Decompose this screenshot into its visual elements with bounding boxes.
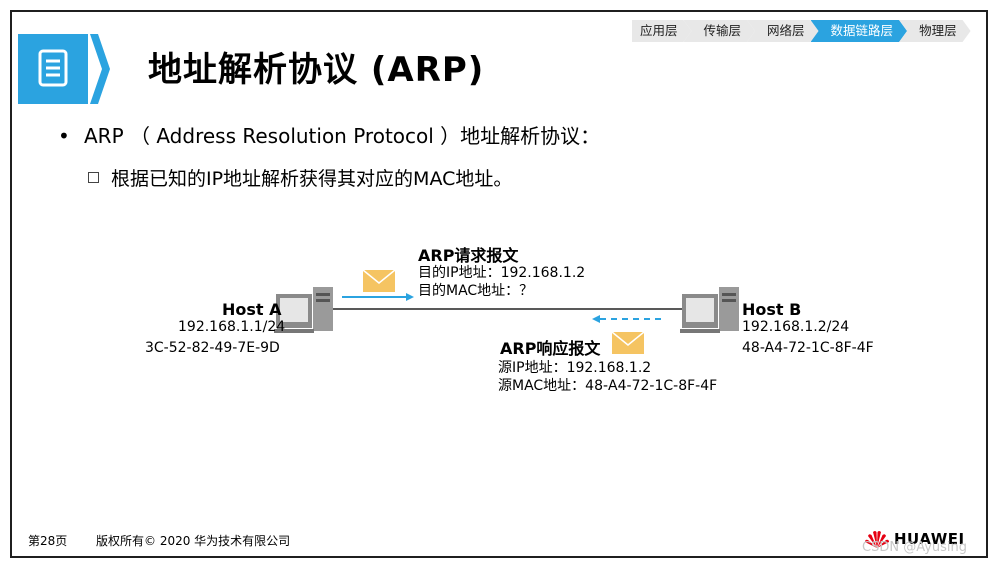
footer-copyright: 版权所有© 2020 华为技术有限公司 (96, 534, 291, 548)
request-envelope-icon (362, 269, 396, 292)
request-dest-ip: 目的IP地址：192.168.1.2 (418, 265, 586, 281)
watermark: CSDN @Ayusing (862, 540, 968, 555)
footer-page-number: 第28页 (28, 534, 68, 548)
reply-src-mac: 源MAC地址：48-A4-72-1C-8F-4F (498, 378, 718, 394)
host-b-name: Host B (742, 300, 802, 319)
request-arrow (342, 293, 414, 301)
host-a-ip: 192.168.1.1/24 (178, 319, 286, 335)
reply-src-ip: 源IP地址：192.168.1.2 (498, 360, 652, 376)
host-b-computer-icon (680, 287, 739, 333)
host-a-mac: 3C-52-82-49-7E-9D (145, 340, 280, 356)
host-b-mac: 48-A4-72-1C-8F-4F (742, 340, 874, 356)
reply-title: ARP响应报文 (500, 339, 601, 358)
reply-envelope-icon (611, 331, 645, 354)
request-dest-mac: 目的MAC地址：？ (418, 283, 534, 299)
reply-arrow (592, 315, 666, 323)
host-b-ip: 192.168.1.2/24 (742, 319, 850, 335)
host-a-name: Host A (222, 300, 282, 319)
